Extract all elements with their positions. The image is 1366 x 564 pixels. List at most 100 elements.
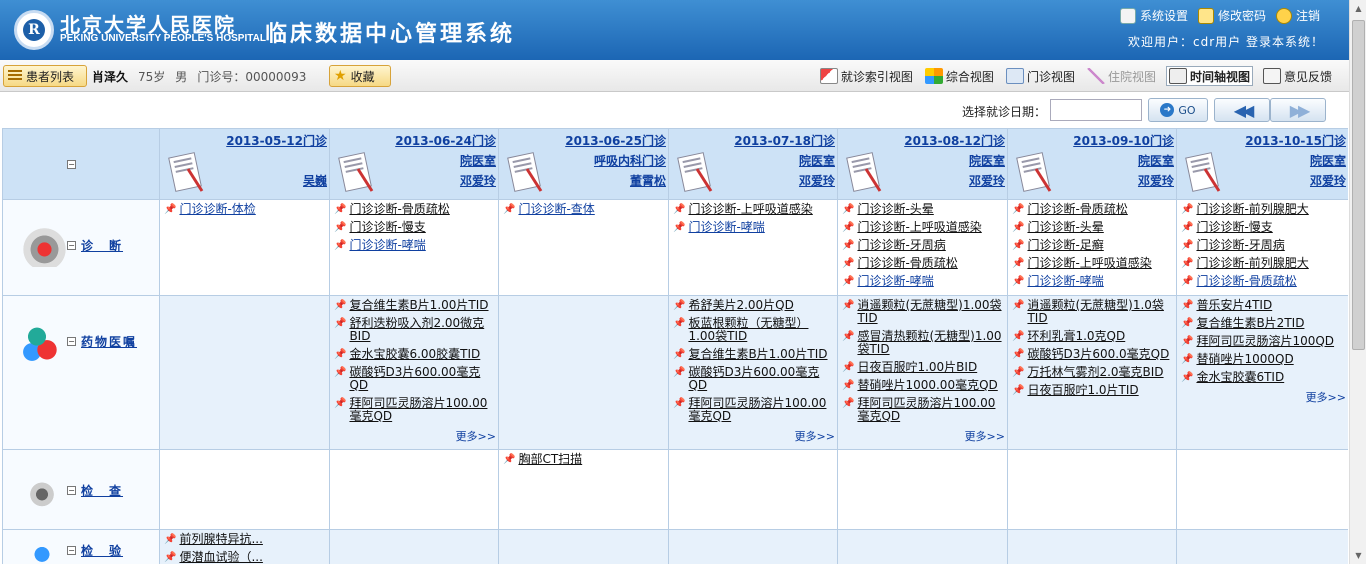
list-item[interactable]: 📌 门诊诊断-上呼吸道感染 xyxy=(842,221,1005,234)
list-item[interactable]: 📌 舒利迭粉吸入剂2.00微克BID xyxy=(334,317,496,343)
visit-date-link[interactable]: 2013-10-15门诊 xyxy=(1245,132,1346,149)
visit-date-input[interactable] xyxy=(1050,99,1142,121)
list-item[interactable]: 📌 门诊诊断-牙周病 xyxy=(1181,239,1346,252)
scroll-up-icon[interactable]: ▲ xyxy=(1350,0,1366,17)
list-item[interactable]: 📌 门诊诊断-慢支 xyxy=(1181,221,1346,234)
patient-list-button[interactable]: 患者列表 xyxy=(3,65,87,87)
favorite-button[interactable]: ★ 收藏 xyxy=(329,65,391,87)
visit-doctor-link[interactable]: 邓爱玲 xyxy=(799,172,835,189)
view-timeline-button[interactable]: 时间轴视图 xyxy=(1165,66,1253,86)
list-item[interactable]: 📌 板蓝根颗粒（无糖型）1.00袋TID xyxy=(673,317,835,343)
list-item[interactable]: 📌 环利乳膏1.0克QD xyxy=(1012,330,1174,343)
row-category-link[interactable]: 检 查 xyxy=(81,482,123,499)
row-category-link[interactable]: 药物医嘱 xyxy=(81,333,137,350)
view-outpatient-button[interactable]: 门诊视图 xyxy=(1004,66,1077,86)
list-item[interactable]: 📌 门诊诊断-体检 xyxy=(164,203,327,216)
row-category-link[interactable]: 检 验 xyxy=(81,542,123,559)
visit-dept-link[interactable]: 院医室 xyxy=(1310,152,1346,169)
more-link[interactable]: 更多>> xyxy=(673,428,835,444)
list-item[interactable]: 📌 替硝唑片1000QD xyxy=(1181,353,1346,366)
more-link[interactable]: 更多>> xyxy=(842,428,1005,444)
list-item[interactable]: 📌 希舒美片2.00片QD xyxy=(673,299,835,312)
visit-date-link[interactable]: 2013-09-10门诊 xyxy=(1073,132,1174,149)
list-item[interactable]: 📌 门诊诊断-查体 xyxy=(503,203,666,216)
visit-dept-link[interactable]: 呼吸内科门诊 xyxy=(594,152,666,169)
visit-date-link[interactable]: 2013-06-24门诊 xyxy=(395,132,496,149)
list-item[interactable]: 📌 便潜血试验（... xyxy=(164,551,327,564)
more-link[interactable]: 更多>> xyxy=(1181,389,1346,405)
previous-page-button[interactable]: ◀◀ xyxy=(1214,98,1270,122)
list-item[interactable]: 📌 门诊诊断-头晕 xyxy=(842,203,1005,216)
list-item[interactable]: 📌 逍遥颗粒(无蔗糖型)1.00袋TID xyxy=(842,299,1005,325)
view-inpatient-button[interactable]: 住院视图 xyxy=(1085,66,1158,86)
list-item[interactable]: 📌 门诊诊断-骨质疏松 xyxy=(842,257,1005,270)
visit-dept-link[interactable]: 院医室 xyxy=(1138,152,1174,169)
list-item[interactable]: 📌 门诊诊断-哮喘 xyxy=(334,239,496,252)
row-collapse-toggle[interactable]: − xyxy=(67,486,76,495)
row-collapse-toggle[interactable]: − xyxy=(67,241,76,250)
visit-dept-link[interactable]: 院医室 xyxy=(460,152,496,169)
list-item[interactable]: 📌 拜阿司匹灵肠溶片100.00毫克QD xyxy=(673,397,835,423)
list-item[interactable]: 📌 拜阿司匹灵肠溶片100QD xyxy=(1181,335,1346,348)
list-item[interactable]: 📌 门诊诊断-前列腺肥大 xyxy=(1181,257,1346,270)
logout-link[interactable]: 注销 xyxy=(1275,7,1320,24)
list-item[interactable]: 📌 门诊诊断-骨质疏松 xyxy=(1181,275,1346,288)
visit-doctor-link[interactable]: 董霄松 xyxy=(630,172,666,189)
list-item[interactable]: 📌 门诊诊断-哮喘 xyxy=(673,221,835,234)
visit-dept-link[interactable]: 院医室 xyxy=(799,152,835,169)
list-item[interactable]: 📌 日夜百服咛1.0片TID xyxy=(1012,384,1174,397)
go-button[interactable]: ➜ GO xyxy=(1148,98,1208,122)
list-item[interactable]: 📌 门诊诊断-上呼吸道感染 xyxy=(673,203,835,216)
list-item[interactable]: 📌 复合维生素B片2TID xyxy=(1181,317,1346,330)
row-collapse-toggle[interactable]: − xyxy=(67,337,76,346)
visit-doctor-link[interactable]: 吴巍 xyxy=(303,172,327,189)
visit-dept-link[interactable]: 院医室 xyxy=(969,152,1005,169)
visit-date-link[interactable]: 2013-08-12门诊 xyxy=(904,132,1005,149)
list-item[interactable]: 📌 逍遥颗粒(无蔗糖型)1.0袋TID xyxy=(1012,299,1174,325)
change-password-link[interactable]: 修改密码 xyxy=(1197,7,1266,24)
list-item[interactable]: 📌 前列腺特异抗... xyxy=(164,533,327,546)
visit-doctor-link[interactable]: 邓爱玲 xyxy=(969,172,1005,189)
scroll-down-icon[interactable]: ▼ xyxy=(1350,547,1366,564)
system-settings-link[interactable]: 系统设置 xyxy=(1119,7,1188,24)
list-item[interactable]: 📌 门诊诊断-足癣 xyxy=(1012,239,1174,252)
view-index-button[interactable]: 就诊索引视图 xyxy=(818,66,915,86)
list-item[interactable]: 📌 门诊诊断-头晕 xyxy=(1012,221,1174,234)
visit-doctor-link[interactable]: 邓爱玲 xyxy=(1138,172,1174,189)
scrollbar-thumb[interactable] xyxy=(1352,20,1365,350)
list-item[interactable]: 📌 碳酸钙D3片600.0毫克QD xyxy=(1012,348,1174,361)
feedback-button[interactable]: 意见反馈 xyxy=(1261,66,1334,86)
list-item[interactable]: 📌 胸部CT扫描 xyxy=(503,453,666,466)
list-item[interactable]: 📌 碳酸钙D3片600.00毫克QD xyxy=(334,366,496,392)
visit-doctor-link[interactable]: 邓爱玲 xyxy=(1310,172,1346,189)
vertical-scrollbar[interactable]: ▲ ▼ xyxy=(1349,0,1366,564)
list-item[interactable]: 📌 门诊诊断-哮喘 xyxy=(842,275,1005,288)
list-item[interactable]: 📌 门诊诊断-牙周病 xyxy=(842,239,1005,252)
list-item[interactable]: 📌 金水宝胶囊6TID xyxy=(1181,371,1346,384)
collapse-all-toggle[interactable]: − xyxy=(67,160,76,169)
list-item[interactable]: 📌 替硝唑片1000.00毫克QD xyxy=(842,379,1005,392)
next-page-button[interactable]: ▶▶ xyxy=(1270,98,1326,122)
list-item[interactable]: 📌 普乐安片4TID xyxy=(1181,299,1346,312)
list-item[interactable]: 📌 拜阿司匹灵肠溶片100.00毫克QD xyxy=(842,397,1005,423)
view-overview-button[interactable]: 综合视图 xyxy=(923,66,996,86)
list-item[interactable]: 📌 门诊诊断-骨质疏松 xyxy=(334,203,496,216)
row-collapse-toggle[interactable]: − xyxy=(67,546,76,555)
list-item[interactable]: 📌 碳酸钙D3片600.00毫克QD xyxy=(673,366,835,392)
list-item[interactable]: 📌 门诊诊断-前列腺肥大 xyxy=(1181,203,1346,216)
list-item[interactable]: 📌 拜阿司匹灵肠溶片100.00毫克QD xyxy=(334,397,496,423)
visit-date-link[interactable]: 2013-07-18门诊 xyxy=(734,132,835,149)
list-item[interactable]: 📌 复合维生素B片1.00片TID xyxy=(334,299,496,312)
list-item[interactable]: 📌 门诊诊断-上呼吸道感染 xyxy=(1012,257,1174,270)
more-link[interactable]: 更多>> xyxy=(334,428,496,444)
list-item[interactable]: 📌 万托林气雾剂2.0毫克BID xyxy=(1012,366,1174,379)
list-item[interactable]: 📌 金水宝胶囊6.00胶囊TID xyxy=(334,348,496,361)
list-item[interactable]: 📌 感冒清热颗粒(无糖型)1.00袋TID xyxy=(842,330,1005,356)
list-item[interactable]: 📌 日夜百服咛1.00片BID xyxy=(842,361,1005,374)
list-item[interactable]: 📌 复合维生素B片1.00片TID xyxy=(673,348,835,361)
visit-date-link[interactable]: 2013-05-12门诊 xyxy=(226,132,327,149)
visit-date-link[interactable]: 2013-06-25门诊 xyxy=(565,132,666,149)
list-item[interactable]: 📌 门诊诊断-哮喘 xyxy=(1012,275,1174,288)
visit-doctor-link[interactable]: 邓爱玲 xyxy=(460,172,496,189)
list-item[interactable]: 📌 门诊诊断-骨质疏松 xyxy=(1012,203,1174,216)
